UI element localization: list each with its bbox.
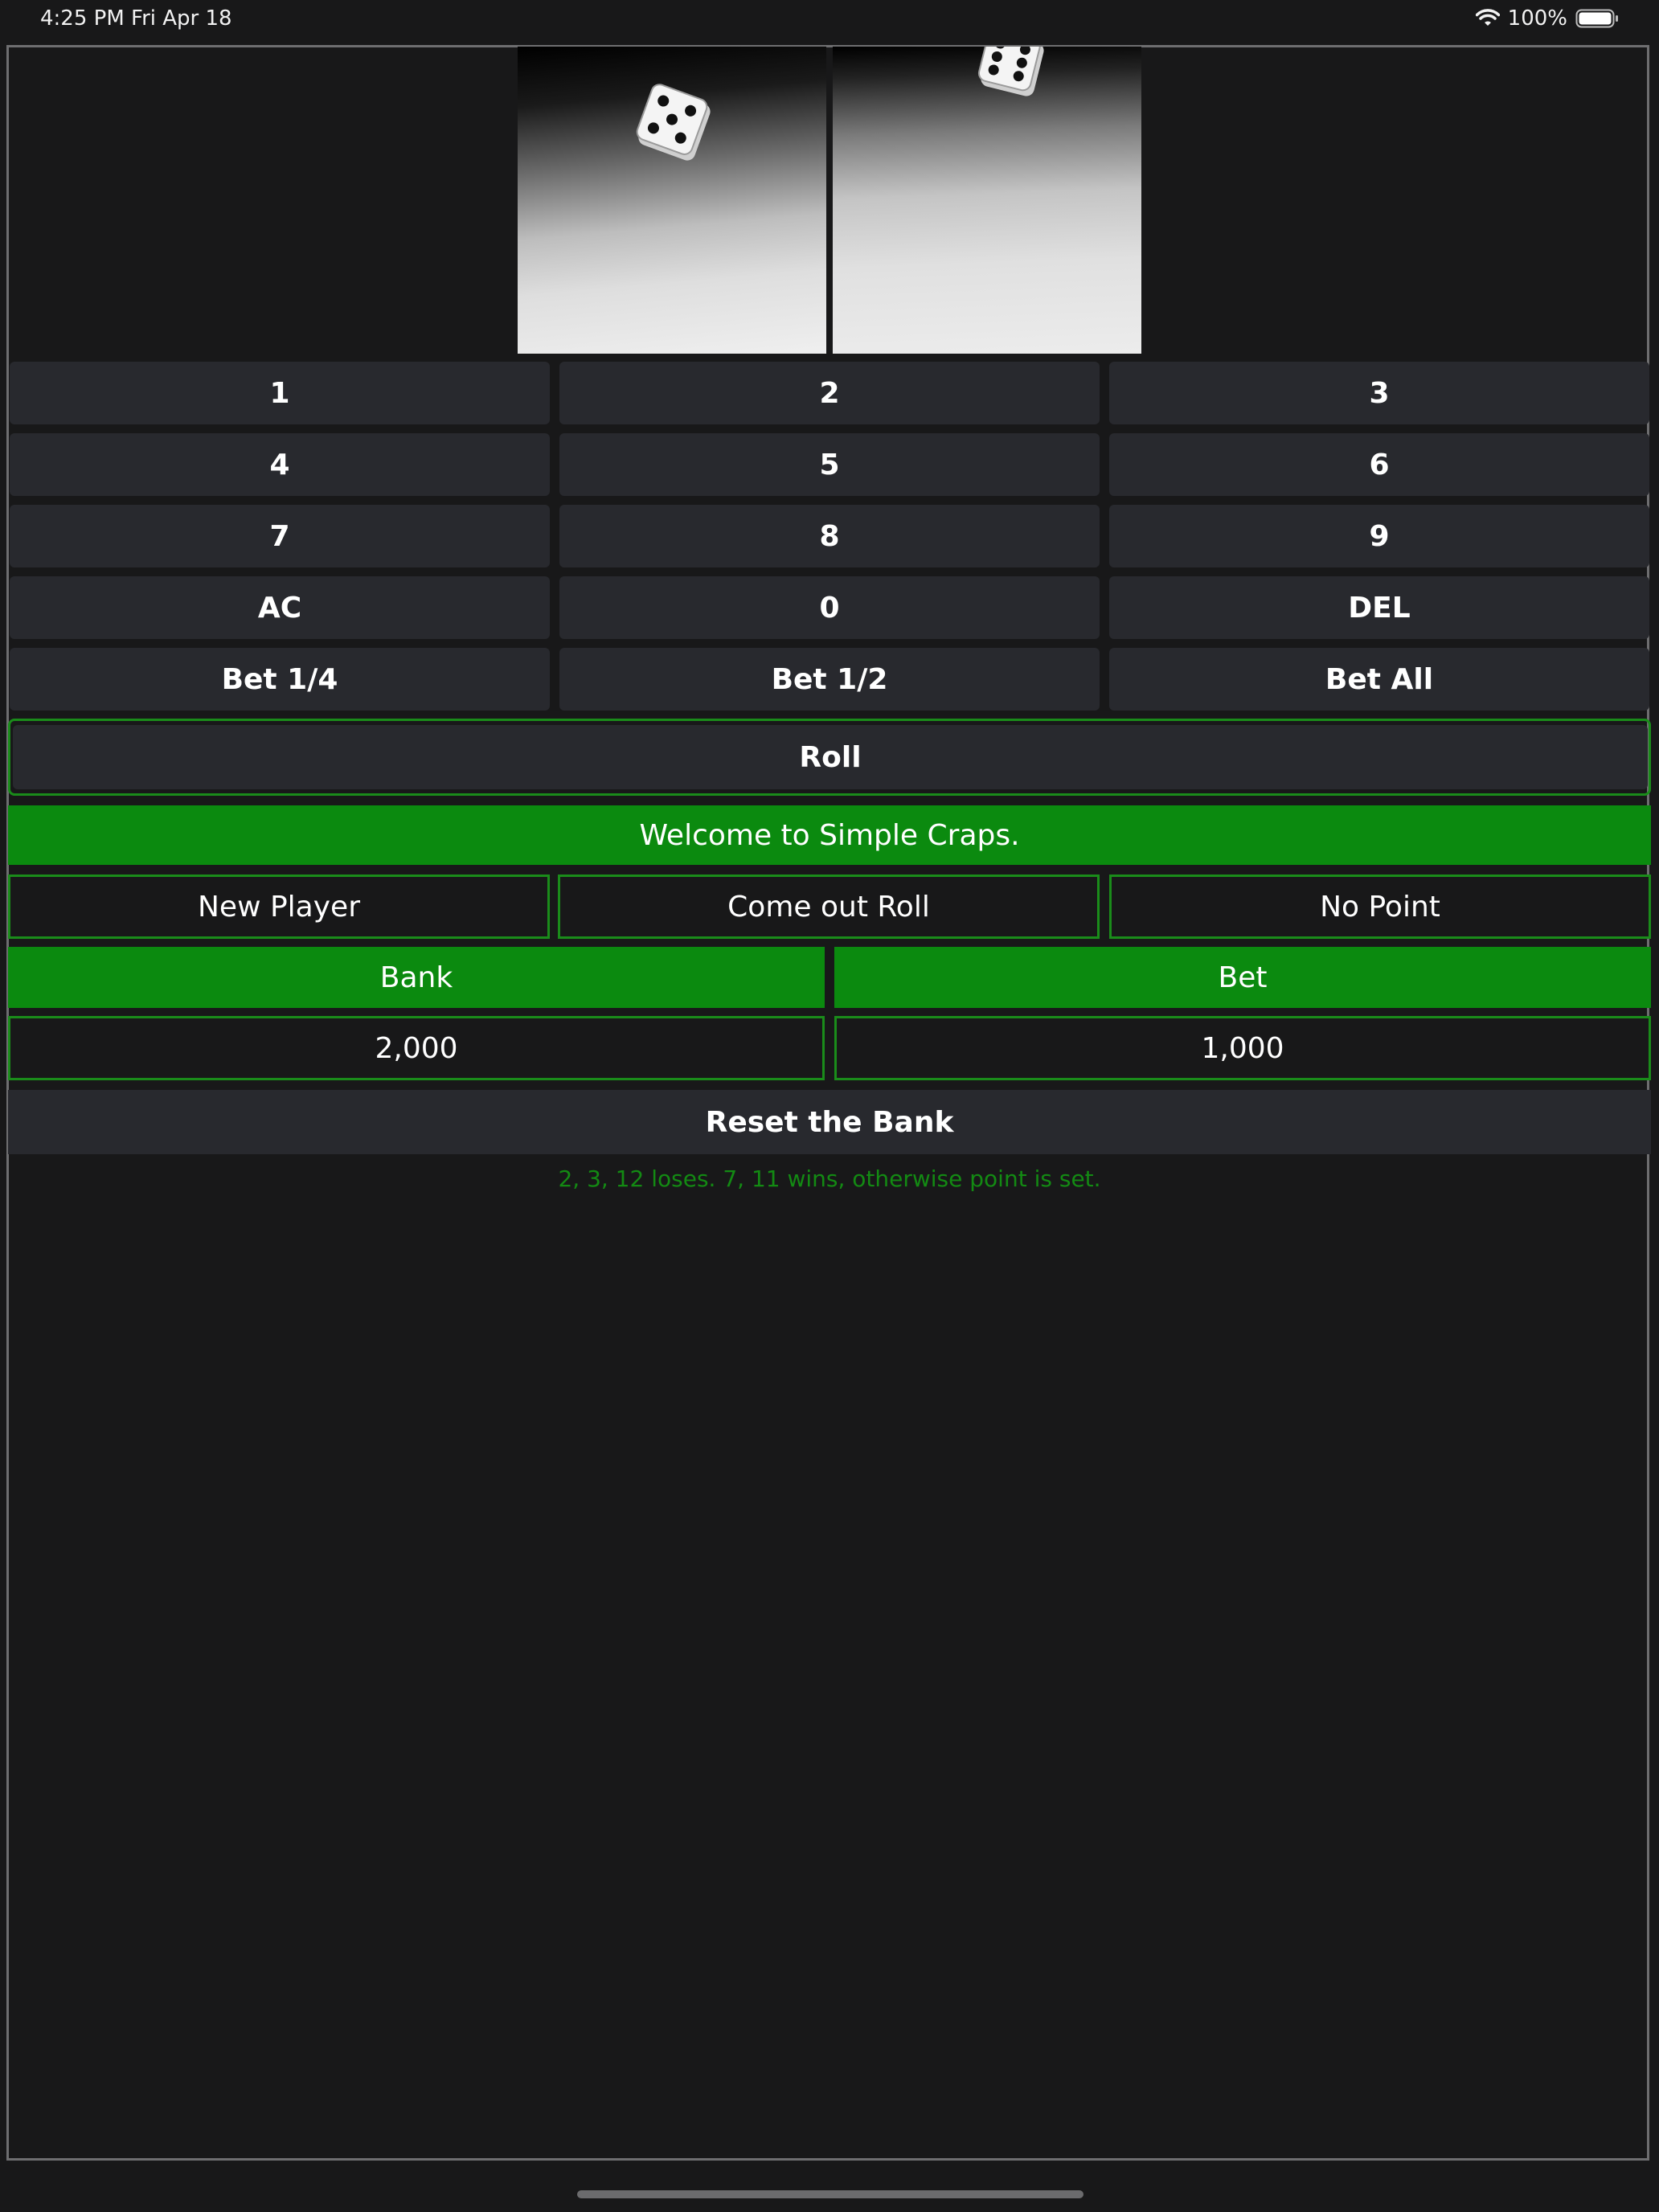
die-six-icon: [977, 47, 1044, 96]
key-4[interactable]: 4: [10, 433, 550, 496]
wifi-icon: [1475, 9, 1500, 28]
key-6[interactable]: 6: [1109, 433, 1649, 496]
bank-label: Bank: [8, 947, 825, 1008]
bet-quarter-button[interactable]: Bet 1/4: [10, 648, 550, 711]
bet-value: 1,000: [834, 1016, 1651, 1080]
phase-status: Come out Roll: [558, 875, 1100, 939]
key-8[interactable]: 8: [559, 505, 1100, 567]
status-right: 100%: [1475, 6, 1619, 31]
bank-value: 2,000: [8, 1016, 825, 1080]
roll-button[interactable]: Roll: [13, 725, 1648, 789]
status-date: Fri Apr 18: [131, 6, 232, 31]
key-9[interactable]: 9: [1109, 505, 1649, 567]
status-time: 4:25 PM: [40, 6, 125, 31]
reset-bank-button[interactable]: Reset the Bank: [8, 1090, 1651, 1154]
key-0[interactable]: 0: [559, 576, 1100, 639]
right-die-panel: [833, 47, 1141, 354]
battery-percent: 100%: [1507, 6, 1567, 31]
key-5[interactable]: 5: [559, 433, 1100, 496]
die-five-icon: [636, 84, 711, 161]
left-die-panel: [518, 47, 826, 354]
bet-half-button[interactable]: Bet 1/2: [559, 648, 1100, 711]
key-all-clear[interactable]: AC: [10, 576, 550, 639]
key-1[interactable]: 1: [10, 362, 550, 424]
dice-area: [518, 47, 1141, 354]
battery-icon: [1575, 8, 1619, 29]
key-7[interactable]: 7: [10, 505, 550, 567]
player-status: New Player: [8, 875, 550, 939]
key-3[interactable]: 3: [1109, 362, 1649, 424]
key-delete[interactable]: DEL: [1109, 576, 1649, 639]
bet-all-button[interactable]: Bet All: [1109, 648, 1649, 711]
message-banner: Welcome to Simple Craps.: [8, 805, 1651, 865]
point-status: No Point: [1109, 875, 1651, 939]
bet-label: Bet: [834, 947, 1651, 1008]
rules-hint: 2, 3, 12 loses. 7, 11 wins, otherwise po…: [558, 1165, 1101, 1192]
key-2[interactable]: 2: [559, 362, 1100, 424]
status-bar: 4:25 PM Fri Apr 18 100%: [0, 0, 1659, 40]
home-indicator[interactable]: [577, 2190, 1083, 2198]
